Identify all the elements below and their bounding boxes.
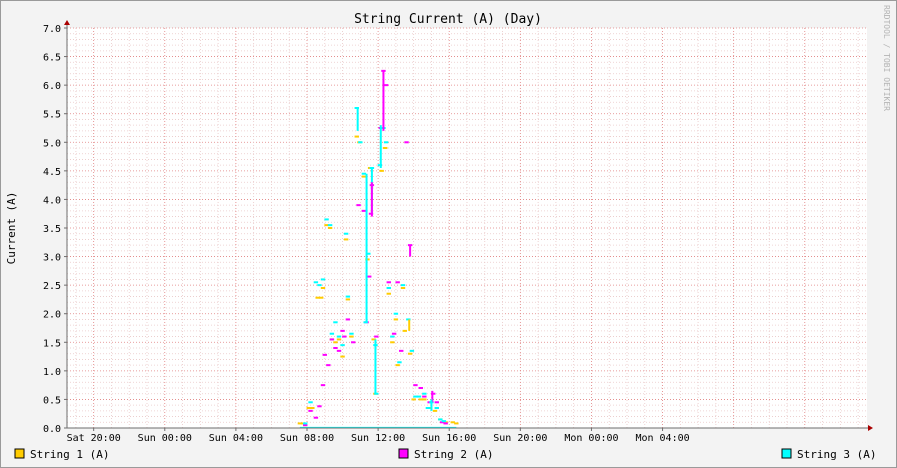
y-tick-label: 6.0 — [43, 81, 61, 92]
y-tick-label: 4.5 — [43, 167, 61, 178]
y-tick-label: 5.5 — [43, 110, 61, 121]
chart-title: String Current (A) (Day) — [354, 12, 542, 27]
legend-label: String 2 (A) — [414, 448, 493, 461]
y-tick-label: 0.0 — [43, 424, 61, 435]
y-tick-label: 5.0 — [43, 138, 61, 149]
x-tick-label: Sat 20:00 — [67, 433, 121, 444]
legend-swatch — [14, 448, 25, 459]
y-tick-label: 6.5 — [43, 53, 61, 64]
legend-label: String 1 (A) — [30, 448, 109, 461]
y-tick-label: 0.5 — [43, 395, 61, 406]
x-tick-label: Mon 00:00 — [564, 433, 618, 444]
y-tick-label: 2.5 — [43, 281, 61, 292]
y-tick-label: 2.0 — [43, 310, 61, 321]
legend-swatch — [781, 448, 792, 459]
y-tick-label: 4.0 — [43, 195, 61, 206]
y-tick-label: 3.0 — [43, 253, 61, 264]
x-tick-label: Sun 16:00 — [422, 433, 476, 444]
legend-label: String 3 (A) — [797, 448, 876, 461]
watermark: RRDTOOL / TOBI OETIKER — [882, 5, 891, 111]
x-tick-label: Sun 12:00 — [351, 433, 405, 444]
x-tick-label: Mon 04:00 — [635, 433, 689, 444]
y-tick-label: 3.5 — [43, 224, 61, 235]
y-tick-label: 7.0 — [43, 24, 61, 35]
chart-canvas: String Current (A) (Day) Current (A) RRD… — [0, 0, 897, 468]
y-axis-label: Current (A) — [5, 192, 18, 265]
y-tick-label: 1.0 — [43, 367, 61, 378]
x-tick-label: Sun 20:00 — [493, 433, 547, 444]
x-tick-label: Sun 00:00 — [138, 433, 192, 444]
y-tick-label: 1.5 — [43, 338, 61, 349]
legend-swatch — [398, 448, 409, 459]
x-tick-label: Sun 04:00 — [209, 433, 263, 444]
x-tick-label: Sun 08:00 — [280, 433, 334, 444]
